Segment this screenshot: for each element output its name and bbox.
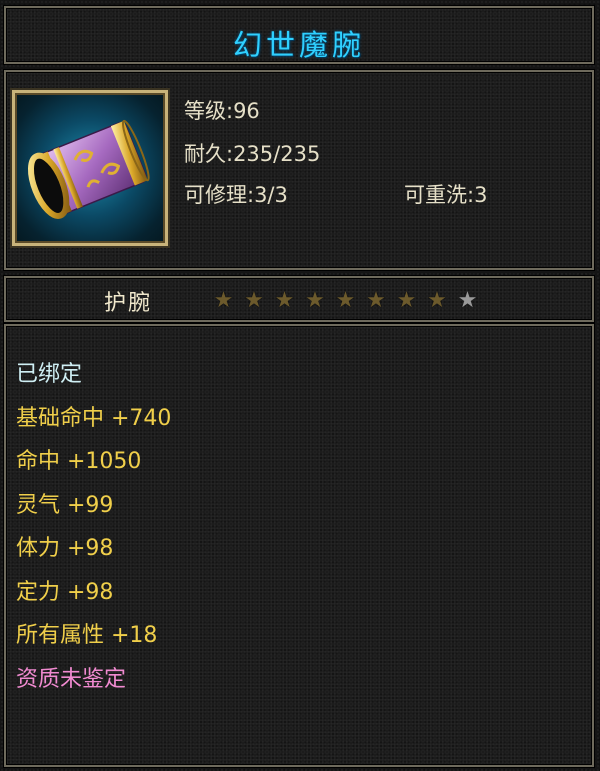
attribute-line: 灵气 +99 [16, 492, 114, 518]
attribute-line: 定力 +98 [16, 579, 114, 605]
star-filled-icon: ★ [274, 288, 295, 313]
attribute-line: 资质未鉴定 [16, 666, 127, 692]
star-filled-icon: ★ [305, 288, 325, 313]
star-empty-icon: ★ [457, 288, 478, 313]
star-filled-icon: ★ [213, 288, 234, 313]
item-level: 等级:96 [184, 99, 260, 123]
type-panel [4, 276, 594, 322]
star-filled-icon: ★ [366, 288, 386, 313]
star-filled-icon: ★ [244, 288, 264, 313]
item-name: 幻世魔腕 [232, 28, 365, 62]
attribute-line: 已绑定 [16, 362, 83, 387]
item-tooltip: 幻世魔腕 等级:96 耐久:235/235 可修理:3/3 可重洗:3 护腕 ★… [0, 0, 600, 771]
title-panel: 幻世魔腕 [4, 6, 594, 64]
item-rewash-count: 可重洗:3 [404, 183, 488, 207]
star-filled-icon: ★ [396, 288, 417, 313]
star-filled-icon: ★ [335, 288, 356, 313]
item-type: 护腕 [104, 291, 153, 316]
attribute-line: 所有属性 +18 [16, 623, 158, 648]
item-durability: 耐久:235/235 [184, 142, 321, 166]
bracer-icon [27, 119, 150, 219]
attribute-line: 基础命中 +740 [16, 405, 172, 431]
item-icon-slot[interactable] [12, 90, 168, 246]
item-repair-count: 可修理:3/3 [184, 183, 288, 207]
attribute-line: 命中 +1050 [16, 449, 142, 474]
star-filled-icon: ★ [427, 288, 447, 313]
attribute-line: 体力 +98 [16, 536, 114, 561]
